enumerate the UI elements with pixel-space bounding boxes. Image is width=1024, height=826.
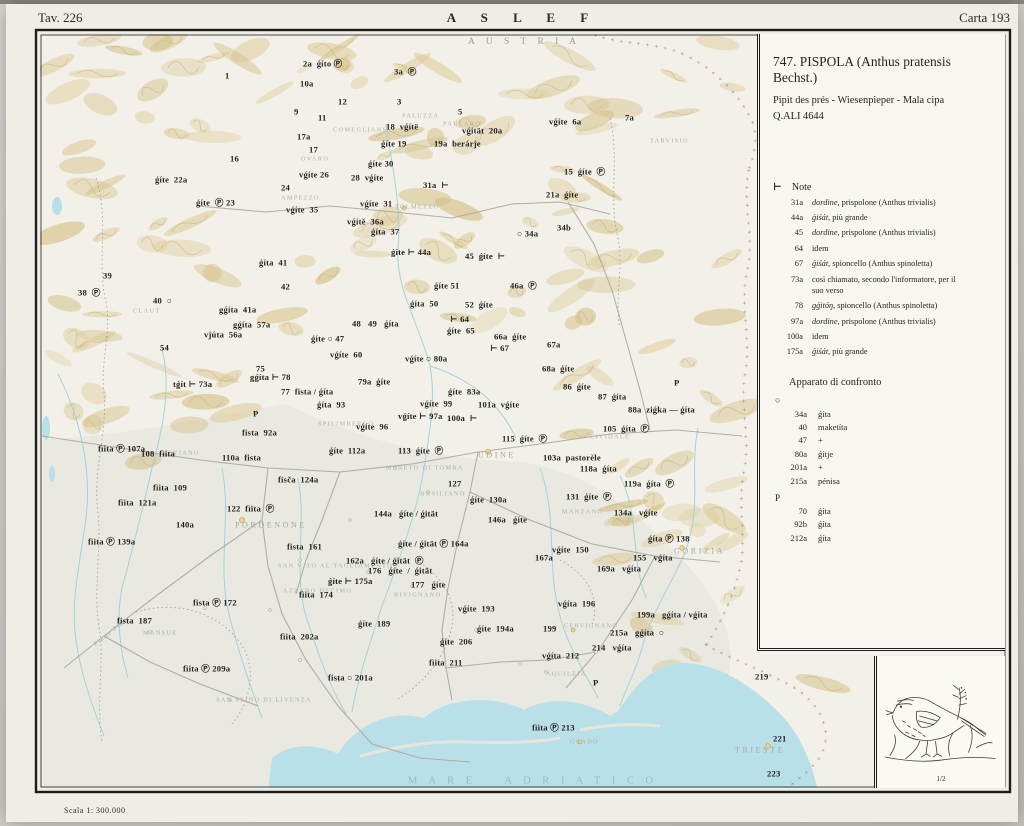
note-list: 31a dordine, prispolone (Anthus triviali…	[773, 198, 997, 359]
comparison-point-number: 34a	[773, 409, 807, 419]
comparison-word: maketíta	[818, 422, 847, 432]
note-point-number: 100a	[773, 332, 803, 343]
map-scale: Scala 1: 300.000	[64, 806, 126, 815]
comparison-word: ǵíta	[818, 506, 831, 516]
comparison-word: ǵíta	[818, 533, 831, 543]
comparison-entry: 70 ǵíta	[773, 506, 997, 516]
note-text: ǵiśát, più grande	[812, 213, 964, 224]
note-entry: 64 idem	[773, 244, 997, 255]
comparison-word: +	[818, 462, 823, 472]
legend-panel: 747. PISPOLA (Anthus pratensis Bechst.) …	[757, 34, 1005, 651]
pipit-sketch-icon	[882, 674, 1000, 774]
note-point-number: 67	[773, 259, 803, 270]
note-text: così chiamato, secondo l'informatore, pe…	[812, 275, 964, 297]
comparison-point-number: 215a	[773, 476, 807, 486]
comparison-list: ○ 34a ǵíta 40 maketíta 47 +	[773, 395, 997, 543]
comparison-entry: ○	[773, 395, 997, 405]
page-header: Tav. 226 A S L E F Carta 193	[36, 10, 1010, 28]
note-entry: 97a dordine, prispolone (Anthus triviali…	[773, 317, 997, 328]
note-point-number: 31a	[773, 198, 803, 209]
comparison-entry: 92b ǵíta	[773, 519, 997, 529]
comparison-entry: 80a ǵítje	[773, 449, 997, 459]
comparison-point-number: P	[775, 493, 787, 503]
note-point-number: 73a	[773, 275, 803, 297]
note-entry: 45 dordine, prispolone (Anthus trivialis…	[773, 228, 997, 239]
questionnaire-ref: Q.ALI 4644	[773, 111, 997, 122]
scanned-atlas-page: + + + + + + + + + + + + + + + + + + + + …	[0, 0, 1024, 826]
comparison-entry: P	[773, 493, 997, 503]
comparison-entry: 40 maketíta	[773, 422, 997, 432]
comparison-word: +	[818, 435, 823, 445]
comparison-point-number: 47	[773, 435, 807, 445]
note-point-number: 97a	[773, 317, 803, 328]
map-subtitle: Pipit des prés - Wiesenpieper - Mala cip…	[773, 95, 997, 106]
note-point-number: 64	[773, 244, 803, 255]
note-entry: 78 gǵitóŋ, spioncello (Anthus spinoletta…	[773, 301, 997, 312]
note-entry: 73a così chiamato, secondo l'informatore…	[773, 275, 997, 297]
comparison-entry: 201a +	[773, 462, 997, 472]
note-section-header: ⊢ Note	[773, 182, 997, 193]
note-text: idem	[812, 244, 964, 255]
note-text: dordine, prispolone (Anthus trivialis)	[812, 198, 964, 209]
comparison-point-number: 201a	[773, 462, 807, 472]
comparison-word: pénisa	[818, 476, 840, 486]
comparison-point-number: 92b	[773, 519, 807, 529]
note-text: dordine, prispolone (Anthus trivialis)	[812, 228, 964, 239]
note-title: Note	[792, 182, 811, 193]
note-point-number: 78	[773, 301, 803, 312]
note-text: gǵitóŋ, spioncello (Anthus spinoletta)	[812, 301, 964, 312]
note-flag-icon: ⊢	[773, 182, 782, 193]
bird-illustration-panel: 1/2	[874, 656, 1005, 788]
note-text: ǵiśát, spioncello (Anthus spinoletta)	[812, 259, 964, 270]
comparison-word: ǵíta	[818, 519, 831, 529]
note-text: ǵiśát, più grande	[812, 347, 964, 358]
note-entry: 175a ǵiśát, più grande	[773, 347, 997, 358]
comparison-word: ǵítje	[818, 449, 833, 459]
comparison-entry: 47 +	[773, 435, 997, 445]
bird-scale-caption: 1/2	[937, 775, 946, 783]
comparison-point-number: 70	[773, 506, 807, 516]
note-entry: 31a dordine, prispolone (Anthus triviali…	[773, 198, 997, 209]
comparison-section-header: Apparato di confronto	[773, 377, 997, 388]
comparison-word: ǵíta	[818, 409, 831, 419]
comparison-point-number: 40	[773, 422, 807, 432]
note-point-number: 175a	[773, 347, 803, 358]
note-text: dordine, prispolone (Anthus trivialis)	[812, 317, 964, 328]
comparison-point-number: 212a	[773, 533, 807, 543]
comparison-entry: 215a pénisa	[773, 476, 997, 486]
comparison-entry: 212a ǵíta	[773, 533, 997, 543]
note-entry: 100a idem	[773, 332, 997, 343]
note-entry: 67 ǵiśát, spioncello (Anthus spinoletta)	[773, 259, 997, 270]
atlas-title: A S L E F	[36, 10, 1010, 26]
comparison-entry: 34a ǵíta	[773, 409, 997, 419]
map-title: 747. PISPOLA (Anthus pratensis Bechst.)	[773, 54, 997, 86]
note-entry: 44a ǵiśát, più grande	[773, 213, 997, 224]
comparison-point-number: ○	[775, 395, 787, 405]
note-point-number: 44a	[773, 213, 803, 224]
note-point-number: 45	[773, 228, 803, 239]
note-text: idem	[812, 332, 964, 343]
map-number: Carta 193	[959, 10, 1010, 26]
comparison-point-number: 80a	[773, 449, 807, 459]
